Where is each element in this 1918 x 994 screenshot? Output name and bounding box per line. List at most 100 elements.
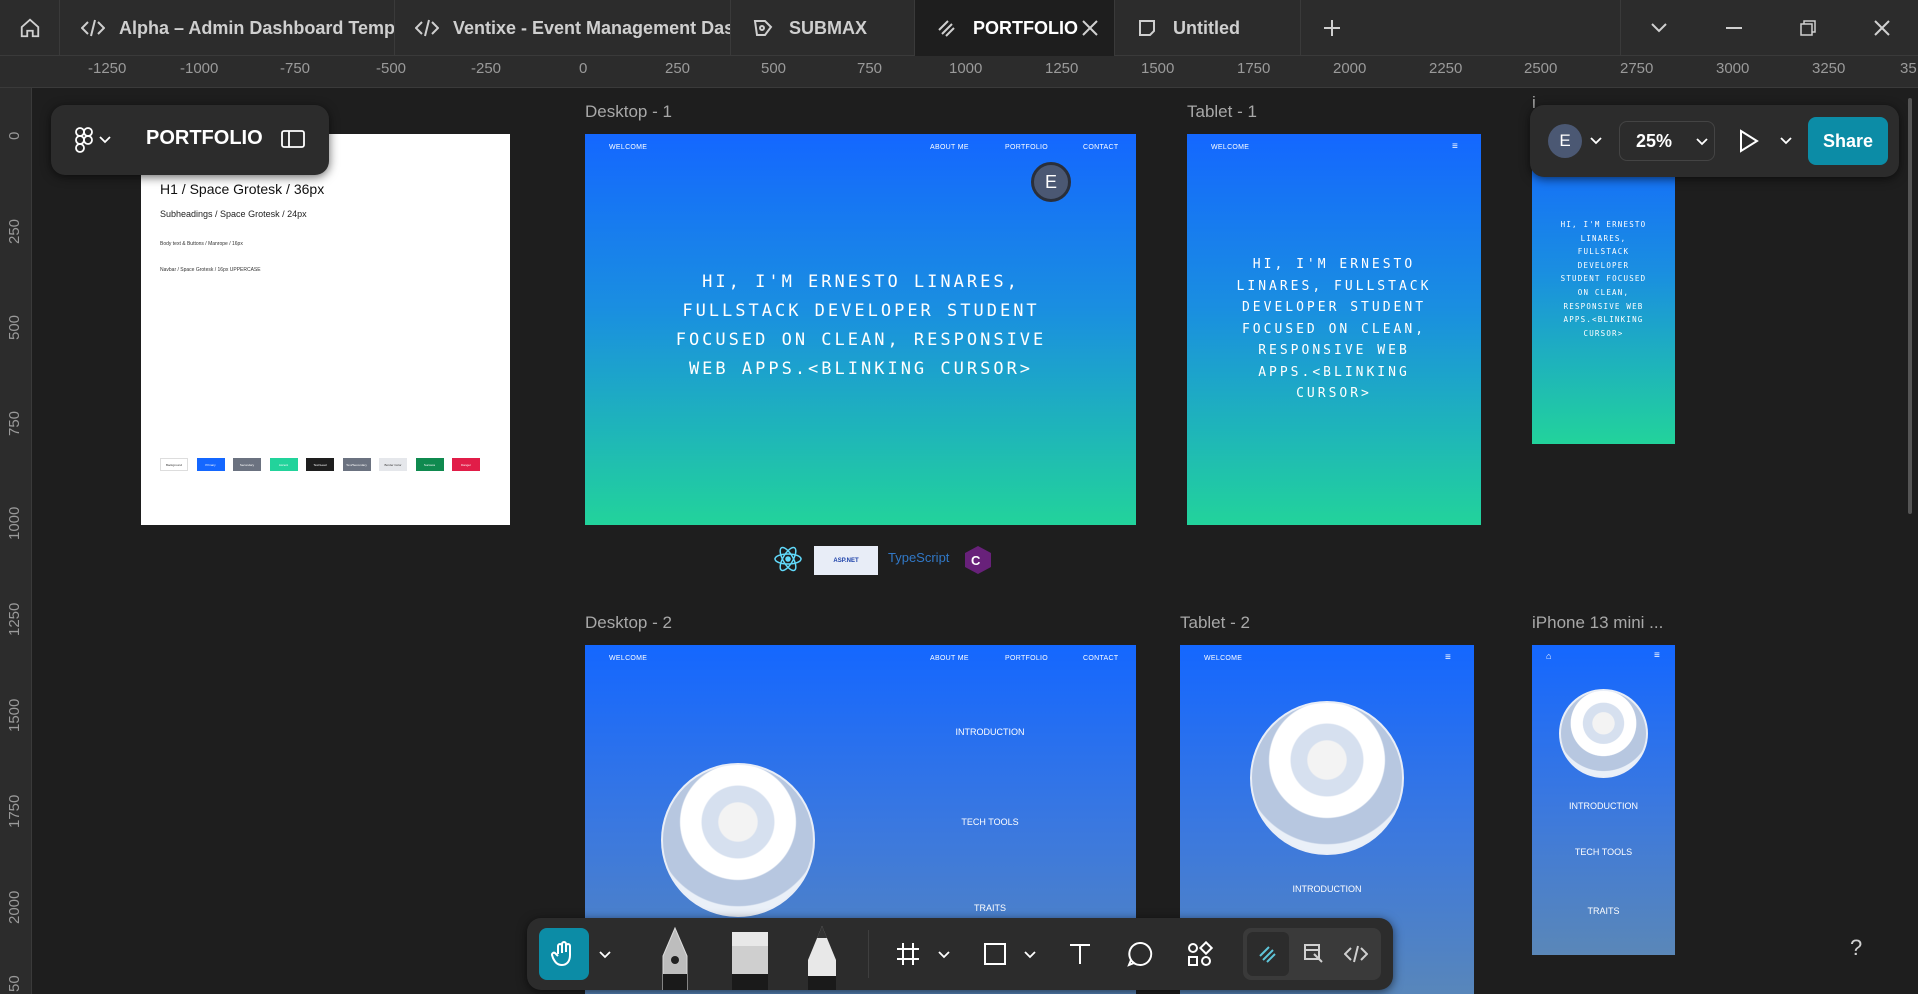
user-avatar[interactable]: E bbox=[1548, 124, 1582, 158]
color-swatch: Danger bbox=[452, 458, 480, 471]
text-icon bbox=[1070, 944, 1090, 964]
horizontal-ruler: -1250 -1000 -750 -500 -250 0 250 500 750… bbox=[0, 56, 1918, 88]
menu-tech-tools: TECH TOOLS bbox=[961, 817, 1019, 827]
frame-icon bbox=[897, 943, 919, 965]
hand-tool-button[interactable] bbox=[539, 928, 589, 980]
hero-text: HI, I'M ERNESTO LINARES, FULLSTACK DEVEL… bbox=[675, 272, 1047, 379]
nav-welcome: WELCOME bbox=[1204, 655, 1243, 662]
ruler-label: 500 bbox=[6, 314, 23, 340]
shape-tool-button[interactable] bbox=[972, 928, 1018, 980]
frame-label-phone-2: iPhone 13 mini ... bbox=[1532, 613, 1664, 632]
color-swatch: Accent bbox=[269, 458, 298, 471]
toolbar-divider bbox=[868, 930, 869, 978]
frame-label-tablet-1: Tablet - 1 bbox=[1187, 102, 1257, 121]
chevron-down-icon[interactable] bbox=[1780, 137, 1792, 145]
color-swatch: Text/Lead bbox=[306, 458, 334, 471]
menu-introduction: INTRODUCTION bbox=[1569, 801, 1638, 811]
chevron-down-icon[interactable] bbox=[1024, 951, 1036, 959]
aspnet-logo: ASP.NET bbox=[814, 546, 878, 575]
share-button[interactable]: Share bbox=[1808, 117, 1888, 165]
help-button[interactable]: ? bbox=[1850, 935, 1862, 961]
comment-icon bbox=[1127, 941, 1153, 967]
aspnet-logo-text: ASP.NET bbox=[833, 557, 859, 564]
ruler-label: 1000 bbox=[6, 506, 23, 540]
color-swatch: Primary bbox=[196, 458, 225, 471]
rectangle-icon bbox=[984, 943, 1006, 965]
ruler-label: 2500 bbox=[1524, 60, 1558, 77]
chevron-down-icon[interactable] bbox=[938, 951, 950, 959]
tab-list-button[interactable] bbox=[1620, 0, 1696, 56]
ruler-label: 3000 bbox=[1716, 60, 1750, 77]
file-panel: PORTFOLIO bbox=[51, 105, 329, 175]
design-mode-button[interactable] bbox=[1247, 932, 1289, 976]
minimize-button[interactable] bbox=[1696, 0, 1772, 56]
toggle-sidebar-button[interactable] bbox=[281, 129, 305, 154]
chevron-down-icon[interactable] bbox=[1590, 137, 1602, 145]
hero-text: HI, I'M ERNESTO LINARES, FULLSTACK DEVEL… bbox=[1236, 257, 1432, 401]
components-icon bbox=[1188, 941, 1213, 966]
draw-icon bbox=[933, 18, 961, 38]
design-file-icon bbox=[749, 18, 777, 38]
actions-button[interactable] bbox=[1177, 928, 1223, 980]
ruler-label: 250 bbox=[6, 218, 23, 244]
vertical-scrollbar[interactable] bbox=[1908, 98, 1912, 514]
code-icon bbox=[413, 18, 441, 38]
restore-button[interactable] bbox=[1770, 0, 1846, 56]
present-button[interactable] bbox=[1738, 129, 1760, 158]
marker-tool-button[interactable] bbox=[727, 924, 773, 990]
ruler-label: 1750 bbox=[1237, 60, 1271, 77]
ruler-label: 2750 bbox=[1620, 60, 1654, 77]
hamburger-icon: ≡ bbox=[1445, 652, 1451, 663]
ruler-label: 1500 bbox=[6, 698, 23, 732]
close-window-button[interactable] bbox=[1844, 0, 1918, 56]
phone-2-frame[interactable]: ⌂ ≡ INTRODUCTION TECH TOOLS TRAITS bbox=[1532, 645, 1675, 955]
code-icon bbox=[1344, 945, 1368, 963]
tab-alpha[interactable]: Alpha – Admin Dashboard Templa bbox=[61, 0, 395, 56]
nav-about: ABOUT ME bbox=[930, 655, 969, 662]
pen-tool-button[interactable] bbox=[652, 924, 698, 990]
ruler-label: -750 bbox=[280, 60, 311, 77]
hero-text: HI, I'M ERNESTO LINARES, FULLSTACK DEVEL… bbox=[1560, 220, 1647, 338]
zoom-dropdown[interactable]: 25% bbox=[1619, 121, 1715, 161]
file-title[interactable]: PORTFOLIO bbox=[146, 127, 263, 150]
prototype-mode-button[interactable] bbox=[1293, 932, 1335, 976]
profile-photo bbox=[1559, 689, 1648, 778]
comment-tool-button[interactable] bbox=[1117, 928, 1163, 980]
ruler-label: 35 bbox=[1900, 60, 1917, 77]
close-tab-icon[interactable] bbox=[1080, 18, 1100, 38]
figma-logo-icon bbox=[75, 127, 93, 153]
tab-label: SUBMAX bbox=[789, 17, 868, 38]
hamburger-icon: ≡ bbox=[1452, 141, 1458, 152]
subheading-spec: Subheadings / Space Grotesk / 24px bbox=[160, 209, 307, 219]
new-tab-button[interactable] bbox=[1292, 0, 1372, 56]
tab-ventixe[interactable]: Ventixe - Event Management Das bbox=[395, 0, 731, 56]
frame-tool-button[interactable] bbox=[885, 928, 931, 980]
style-guide-frame[interactable]: H1 / Space Grotesk / 36px Subheadings / … bbox=[141, 134, 510, 525]
pencil-tool-button[interactable] bbox=[799, 924, 845, 990]
color-swatch: Background bbox=[160, 458, 188, 471]
nav-portfolio: PORTFOLIO bbox=[1005, 655, 1049, 662]
nav-welcome: WELCOME bbox=[609, 655, 648, 662]
home-tab[interactable] bbox=[0, 0, 60, 56]
home-icon: ⌂ bbox=[1546, 651, 1552, 661]
main-menu-button[interactable] bbox=[75, 127, 111, 153]
ruler-label: -250 bbox=[471, 60, 502, 77]
tab-untitled[interactable]: Untitled bbox=[1115, 0, 1301, 56]
text-tool-button[interactable] bbox=[1057, 928, 1103, 980]
tab-submax[interactable]: SUBMAX bbox=[731, 0, 915, 56]
tab-portfolio[interactable]: PORTFOLIO bbox=[915, 0, 1115, 56]
design-canvas[interactable]: H1 / Space Grotesk / 36px Subheadings / … bbox=[33, 89, 1918, 994]
ruler-label: 750 bbox=[857, 60, 883, 77]
code-icon bbox=[79, 18, 107, 38]
dev-mode-button[interactable] bbox=[1335, 932, 1377, 976]
chevron-down-icon[interactable] bbox=[599, 951, 611, 959]
color-swatch: Text/Secondary bbox=[342, 458, 371, 471]
phone-1-frame[interactable]: HI, I'M ERNESTO LINARES, FULLSTACK DEVEL… bbox=[1532, 134, 1675, 444]
tablet-1-frame[interactable]: WELCOME ≡ HI, I'M ERNESTO LINARES, FULLS… bbox=[1187, 134, 1481, 525]
svg-text:C: C bbox=[971, 553, 981, 568]
menu-introduction: INTRODUCTION bbox=[1292, 884, 1362, 894]
profile-photo bbox=[1250, 701, 1404, 855]
play-icon bbox=[1740, 129, 1759, 153]
nav-welcome: WELCOME bbox=[609, 144, 648, 151]
ruler-label: -500 bbox=[376, 60, 407, 77]
